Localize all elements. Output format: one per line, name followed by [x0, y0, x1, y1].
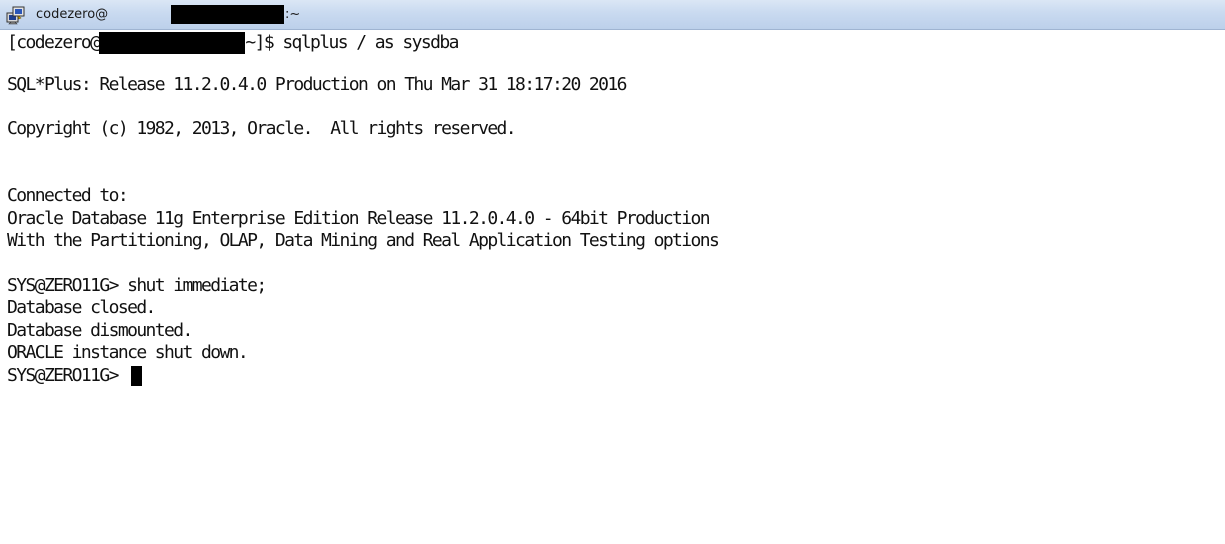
window-title-user: codezero@	[36, 7, 109, 22]
terminal-line: Oracle Database 11g Enterprise Edition R…	[7, 208, 711, 229]
terminal-line: SQL*Plus: Release 11.2.0.4.0 Production …	[7, 74, 627, 95]
shell-prompt-line: [codezero@ ~]$ sqlplus / as sysdba	[7, 31, 459, 55]
title-bar[interactable]: codezero@ :~	[0, 0, 1225, 30]
shell-prompt-command: ~]$ sqlplus / as sysdba	[245, 32, 459, 53]
putty-terminal-window: codezero@ :~ [codezero@ ~]$ sqlplus / as …	[0, 0, 1225, 544]
current-prompt-line: SYS@ZERO11G>	[7, 364, 143, 388]
putty-icon	[6, 6, 25, 25]
window-title-suffix: :~	[285, 7, 301, 22]
text-cursor	[131, 366, 143, 386]
terminal-line: SYS@ZERO11G> shut immediate;	[7, 275, 267, 296]
terminal-line: With the Partitioning, OLAP, Data Mining…	[7, 230, 720, 251]
hostname-redaction-block	[99, 32, 246, 54]
sql-prompt: SYS@ZERO11G>	[7, 365, 128, 386]
shell-prompt-prefix: [codezero@	[7, 32, 101, 53]
terminal-line: Copyright (c) 1982, 2013, Oracle. All ri…	[7, 118, 517, 139]
terminal-line: Database closed.	[7, 297, 156, 318]
title-redaction-block	[171, 5, 284, 24]
terminal-line: Database dismounted.	[7, 320, 193, 341]
terminal-line: ORACLE instance shut down.	[7, 342, 249, 363]
terminal-output[interactable]: [codezero@ ~]$ sqlplus / as sysdba SQL*Pl…	[7, 31, 1219, 541]
terminal-line: Connected to:	[7, 185, 129, 206]
